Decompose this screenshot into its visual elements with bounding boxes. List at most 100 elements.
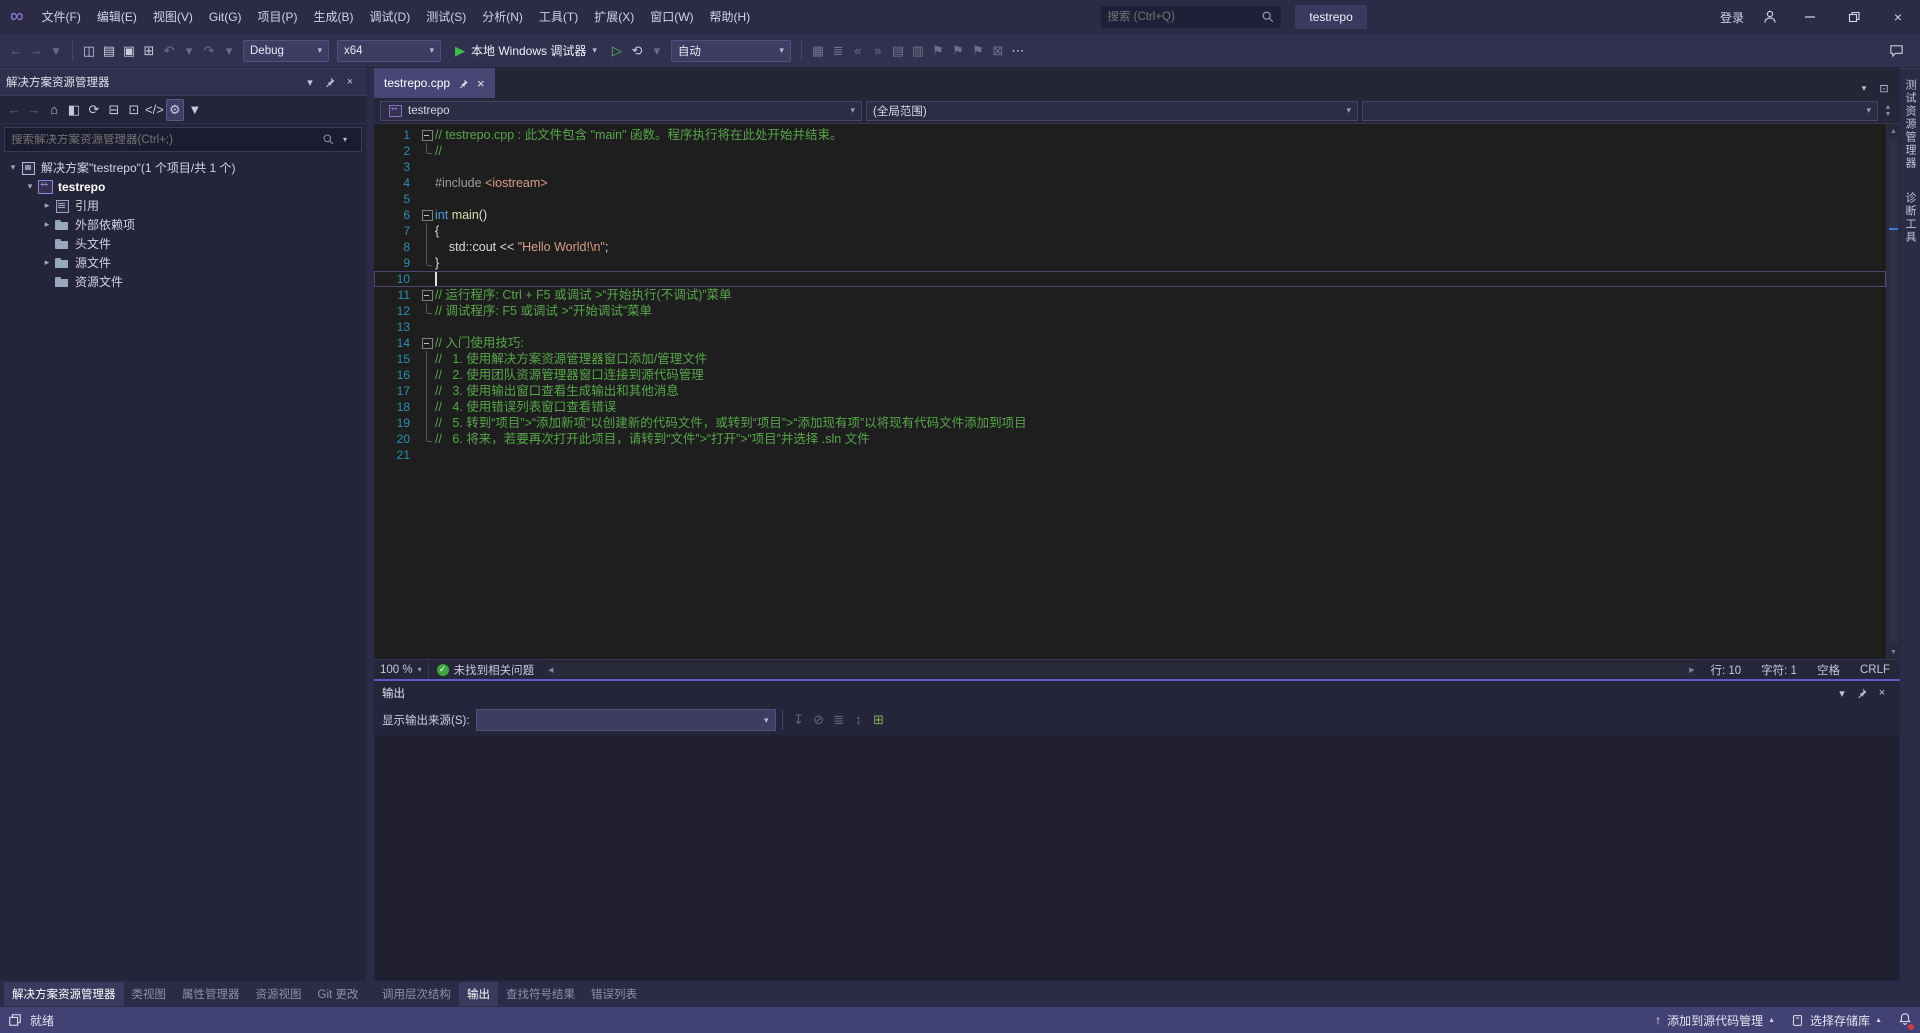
spaces-indicator[interactable]: 空格 (1807, 662, 1850, 678)
column-indicator[interactable]: 字符: 1 (1751, 662, 1807, 678)
window-menu-icon[interactable]: ▾ (300, 72, 320, 92)
goto-message-icon[interactable]: ↧ (790, 709, 808, 731)
dropdown-icon[interactable]: ▾ (648, 40, 666, 62)
back-icon[interactable]: ← (7, 39, 25, 61)
wrap-icon[interactable]: ≣ (829, 40, 847, 62)
pin-icon[interactable] (458, 78, 469, 89)
tool-tab[interactable]: 属性管理器 (174, 982, 248, 1006)
split-editor-handle[interactable]: ▲▼ (1880, 101, 1896, 121)
undo-icon[interactable]: ↶ (160, 40, 178, 62)
fold-margin[interactable] (420, 287, 435, 303)
tree-item[interactable]: ▾testrepo (0, 177, 366, 196)
code-line[interactable]: 5 (374, 191, 1886, 207)
fold-margin[interactable] (420, 127, 435, 143)
menu-item[interactable]: 项目(P) (250, 10, 306, 24)
tree-item[interactable]: ▸源文件 (0, 253, 366, 272)
panel-splitter[interactable] (366, 68, 374, 981)
configuration-dropdown[interactable]: Debug▾ (243, 40, 329, 62)
search-icon[interactable] (322, 133, 335, 146)
add-to-source-control-button[interactable]: ↑ 添加到源代码管理 ▲ (1655, 1012, 1775, 1029)
window-menu-icon[interactable]: ▾ (1832, 683, 1852, 703)
uncomment-icon[interactable]: ▥ (909, 40, 927, 62)
bookmark-clear-icon[interactable]: ⊠ (989, 40, 1007, 62)
hot-reload-icon[interactable]: ⟲ (628, 40, 646, 62)
code-line[interactable]: 6int main() (374, 207, 1886, 223)
close-icon[interactable]: × (340, 72, 360, 92)
tree-item[interactable]: ▸引用 (0, 196, 366, 215)
open-new-window-icon[interactable]: ⊞ (870, 709, 888, 731)
menu-item[interactable]: Git(G) (201, 10, 250, 24)
start-debugging-button[interactable]: ▶ 本地 Windows 调试器 ▾ (449, 39, 603, 63)
menu-item[interactable]: 工具(T) (531, 10, 586, 24)
minimize-button[interactable] (1788, 0, 1832, 34)
line-indicator[interactable]: 行: 10 (1700, 662, 1751, 678)
menu-item[interactable]: 分析(N) (474, 10, 531, 24)
expander-icon[interactable]: ▾ (23, 181, 37, 192)
code-line[interactable]: 10 (374, 271, 1886, 287)
code-editor[interactable]: 1// testrepo.cpp : 此文件包含 "main" 函数。程序执行将… (374, 124, 1900, 659)
account-icon[interactable] (1762, 9, 1778, 25)
pin-icon[interactable] (320, 72, 340, 92)
code-line[interactable]: 16// 2. 使用团队资源管理器窗口连接到源代码管理 (374, 367, 1886, 383)
word-wrap-icon[interactable]: ≣ (830, 709, 848, 731)
code-line[interactable]: 11// 运行程序: Ctrl + F5 或调试 >“开始执行(不调试)”菜单 (374, 287, 1886, 303)
code-line[interactable]: 12// 调试程序: F5 或调试 >“开始调试”菜单 (374, 303, 1886, 319)
bookmark-next-icon[interactable]: ⚑ (969, 40, 987, 62)
menu-item[interactable]: 编辑(E) (89, 10, 145, 24)
tool-tab[interactable]: Git 更改 (310, 982, 367, 1006)
expander-icon[interactable]: ▸ (40, 257, 54, 268)
tool-tab[interactable]: 输出 (459, 982, 498, 1006)
tree-item[interactable]: ▾解决方案"testrepo"(1 个项目/共 1 个) (0, 158, 366, 177)
search-input[interactable] (1107, 11, 1261, 23)
code-line[interactable]: 3 (374, 159, 1886, 175)
project-scope-dropdown[interactable]: testrepo ▾ (380, 101, 862, 121)
code-line[interactable]: 18// 4. 使用错误列表窗口查看错误 (374, 399, 1886, 415)
autohide-tab[interactable]: 诊断工具 (1902, 192, 1918, 244)
fold-margin[interactable] (420, 207, 435, 223)
member-scope-dropdown[interactable]: ▾ (1362, 101, 1878, 121)
expander-icon[interactable]: ▸ (40, 200, 54, 211)
sign-in-button[interactable]: 登录 (1720, 9, 1744, 26)
scroll-left-icon[interactable]: ◀ (548, 666, 553, 674)
menu-item[interactable]: 文件(F) (34, 10, 89, 24)
code-line[interactable]: 15// 1. 使用解决方案资源管理器窗口添加/管理文件 (374, 351, 1886, 367)
bookmark-icon[interactable]: ⚑ (929, 40, 947, 62)
indent-decrease-icon[interactable]: « (849, 39, 867, 61)
close-icon[interactable]: × (1872, 683, 1892, 703)
indent-increase-icon[interactable]: » (869, 39, 887, 61)
forward-icon[interactable]: → (27, 39, 45, 61)
code-line[interactable]: 7{ (374, 223, 1886, 239)
code-line[interactable]: 1// testrepo.cpp : 此文件包含 "main" 函数。程序执行将… (374, 127, 1886, 143)
scroll-right-icon[interactable]: ▶ (1689, 666, 1694, 674)
save-all-icon[interactable]: ⊞ (140, 40, 158, 62)
columns-icon[interactable]: ▦ (809, 40, 827, 62)
dropdown-icon[interactable]: ▾ (180, 40, 198, 62)
expander-icon[interactable]: ▸ (40, 219, 54, 230)
select-repository-button[interactable]: 选择存储库 ▲ (1791, 1012, 1882, 1029)
window-switch-icon[interactable]: ◫ (80, 40, 98, 62)
menu-item[interactable]: 测试(S) (418, 10, 474, 24)
tree-item[interactable]: 头文件 (0, 234, 366, 253)
start-without-debug-icon[interactable]: ▷ (608, 40, 626, 62)
platform-dropdown[interactable]: x64▾ (337, 40, 441, 62)
close-icon[interactable]: × (477, 76, 485, 91)
notifications-button[interactable] (1898, 1012, 1912, 1029)
tree-item[interactable]: 资源文件 (0, 272, 366, 291)
code-line[interactable]: 8 std::cout << "Hello World!\n"; (374, 239, 1886, 255)
scrollbar-thumb[interactable] (1889, 139, 1898, 644)
chevron-down-icon[interactable]: ▾ (335, 130, 355, 150)
properties-icon[interactable]: ⊡ (125, 99, 143, 121)
document-health-indicator[interactable]: ✓ 未找到相关问题 (428, 662, 543, 678)
scroll-down-icon[interactable]: ▼ (1887, 645, 1900, 659)
output-content[interactable] (375, 735, 1899, 980)
output-source-dropdown[interactable]: ▾ (476, 709, 776, 731)
restore-button[interactable] (1832, 0, 1876, 34)
menu-item[interactable]: 窗口(W) (642, 10, 701, 24)
vertical-scrollbar[interactable]: ▲ ▼ (1886, 124, 1900, 659)
quick-search-box[interactable] (1101, 6, 1281, 28)
clear-all-icon[interactable]: ⊘ (810, 709, 828, 731)
redo-icon[interactable]: ↷ (200, 40, 218, 62)
view-code-icon[interactable]: </> (145, 99, 164, 121)
menu-item[interactable]: 扩展(X) (586, 10, 642, 24)
tool-tab[interactable]: 解决方案资源管理器 (4, 982, 124, 1006)
